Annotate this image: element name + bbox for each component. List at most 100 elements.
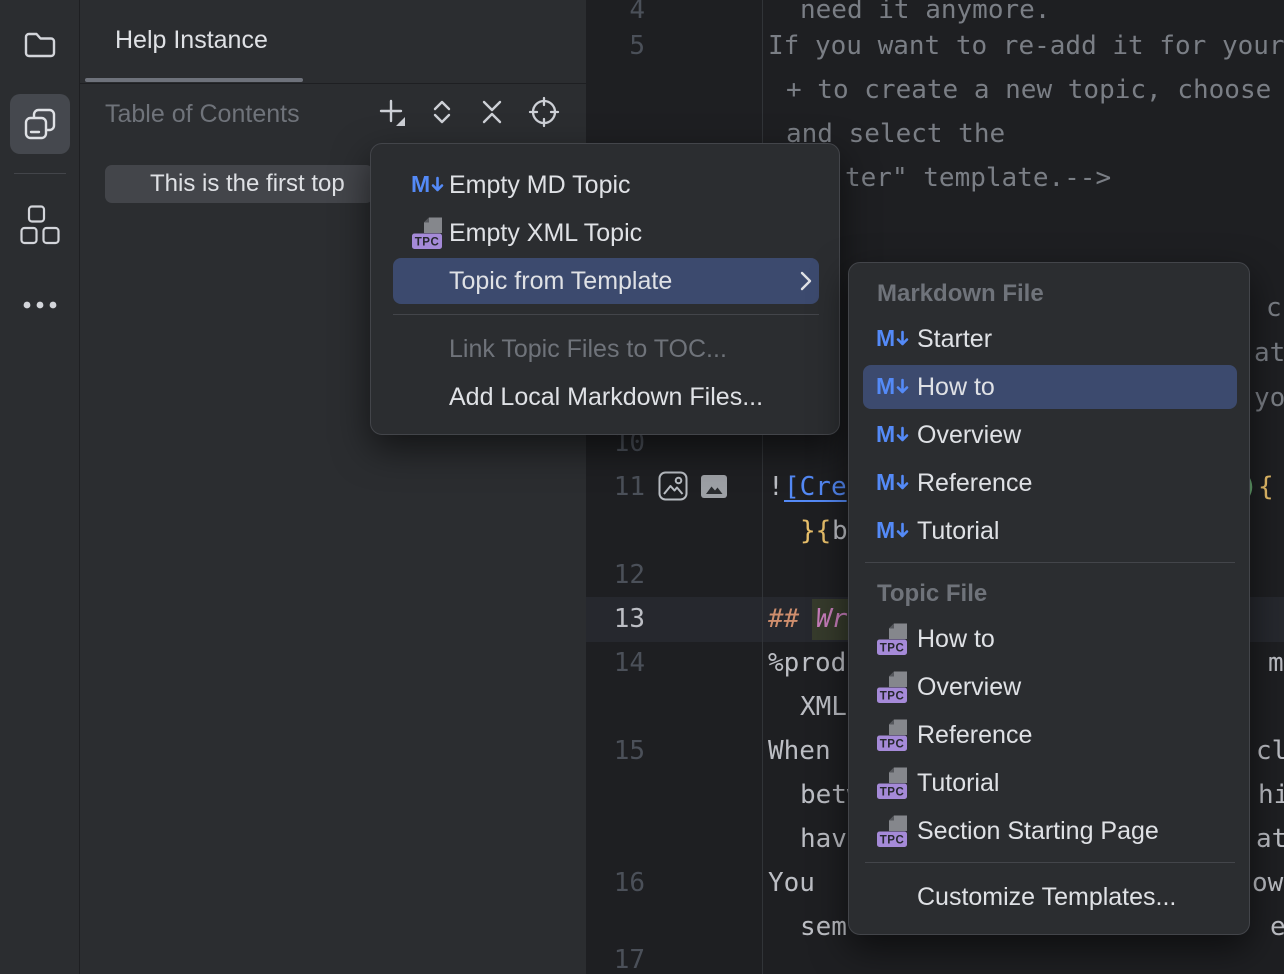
svg-text:TPC: TPC [880,835,905,847]
locate-file-button[interactable] [524,92,564,132]
code-text: ter" template.--> [845,156,1111,200]
svg-text:TPC: TPC [880,643,905,655]
markdown-icon: M [875,326,911,352]
line-number: 15 [588,729,645,773]
svg-text:M: M [411,172,430,197]
code-heading-marker: ## [768,597,799,641]
submenu-item-how-to-md[interactable]: M How to [849,363,1249,411]
code-text: When [768,729,831,773]
markdown-icon: M [875,374,911,400]
code-text: ! [768,465,784,509]
line-number: 11 [588,465,645,509]
expand-all-button[interactable] [422,92,462,132]
menu-item-empty-md-topic[interactable]: M Empty MD Topic [371,161,839,209]
submenu-item-customize-templates[interactable]: Customize Templates... [849,873,1249,921]
submenu-item-label: Overview [917,673,1021,702]
code-text: e [1270,905,1284,949]
writerside-window: 4 5 10 11 12 13 14 15 16 17 need it anym… [0,0,1284,974]
submenu-separator [865,862,1235,863]
svg-text:TPC: TPC [880,691,905,703]
topic-template-submenu: Markdown File M Starter M How to M Overv… [848,262,1250,935]
svg-text:TPC: TPC [880,787,905,799]
submenu-item-section-starting-page[interactable]: TPC Section Starting Page [849,807,1249,855]
submenu-item-label: Customize Templates... [917,883,1176,912]
svg-text:M: M [876,422,895,447]
code-text: yo [1254,376,1284,420]
submenu-arrow-icon [799,257,813,305]
image-filled-icon[interactable] [699,471,729,501]
submenu-item-reference-topic[interactable]: TPC Reference [849,711,1249,759]
submenu-item-tutorial-md[interactable]: M Tutorial [849,507,1249,555]
add-button[interactable] [372,92,412,132]
svg-text:TPC: TPC [880,739,905,751]
submenu-item-label: Overview [917,421,1021,450]
menu-item-label: Add Local Markdown Files... [449,383,763,412]
menu-item-label: Link Topic Files to TOC... [449,335,727,364]
code-text: m [1268,641,1284,685]
line-number: 17 [588,938,645,974]
menu-item-empty-xml-topic[interactable]: TPC Empty XML Topic [371,209,839,257]
menu-item-label: Empty XML Topic [449,219,642,248]
code-text: at [1256,817,1284,861]
markdown-icon: M [875,422,911,448]
submenu-section-header: Topic File [877,575,987,613]
markdown-icon: M [875,470,911,496]
submenu-item-overview-topic[interactable]: TPC Overview [849,663,1249,711]
activity-bar [0,0,80,974]
code-heading-text: Wr [816,597,847,641]
code-text: at [1254,331,1284,375]
menu-item-label: Topic from Template [449,267,672,296]
menu-item-topic-from-template[interactable]: Topic from Template [371,257,839,305]
help-instances-icon[interactable] [10,94,70,154]
structure-icon[interactable] [20,204,60,246]
svg-text:TPC: TPC [415,237,440,249]
line-number-current: 13 [588,597,645,641]
submenu-item-reference-md[interactable]: M Reference [849,459,1249,507]
code-text: You [768,861,815,905]
submenu-item-label: Reference [917,469,1032,498]
code-text: hi [1258,773,1284,817]
code-text: { [1258,465,1274,509]
menu-item-add-local-markdown[interactable]: Add Local Markdown Files... [371,373,839,421]
topic-file-icon: TPC [411,216,445,250]
panel-title: Table of Contents [105,84,300,144]
topic-file-icon: TPC [875,670,911,704]
submenu-item-label: Starter [917,325,992,354]
line-number: 12 [588,553,645,597]
code-text: + to create a new topic, choose [786,68,1284,112]
code-text: }{ [800,509,831,553]
line-number: 5 [588,24,645,68]
submenu-separator [865,562,1235,563]
submenu-item-label: Section Starting Page [917,817,1159,846]
topic-file-icon: TPC [875,622,911,656]
svg-text:M: M [876,470,895,495]
submenu-item-label: How to [917,625,995,654]
tab-help-instance[interactable]: Help Instance [115,0,268,81]
submenu-item-starter[interactable]: M Starter [849,315,1249,363]
submenu-item-how-to-topic[interactable]: TPC How to [849,615,1249,663]
collapse-all-button[interactable] [472,92,512,132]
submenu-item-label: Tutorial [917,769,999,798]
submenu-section-header: Markdown File [877,275,1044,313]
activity-bar-divider [14,173,66,174]
topic-file-icon: TPC [875,766,911,800]
menu-item-label: Empty MD Topic [449,171,631,200]
submenu-item-tutorial-topic[interactable]: TPC Tutorial [849,759,1249,807]
submenu-item-label: Tutorial [917,517,999,546]
markdown-icon: M [875,518,911,544]
code-text: ow [1252,861,1283,905]
image-outline-icon[interactable] [656,469,690,503]
line-number: 16 [588,861,645,905]
add-topic-context-menu: M Empty MD Topic TPC Empty XML Topic Top… [370,143,840,435]
svg-text:M: M [876,518,895,543]
more-options-icon[interactable] [20,292,60,318]
svg-text:M: M [876,326,895,351]
topic-file-icon: TPC [875,718,911,752]
line-number: 14 [588,641,645,685]
submenu-item-overview-md[interactable]: M Overview [849,411,1249,459]
toc-item[interactable]: This is the first top [105,165,373,203]
tab-indicator [85,78,303,82]
tool-window-header: Help Instance [80,0,586,84]
menu-item-link-topic-files[interactable]: Link Topic Files to TOC... [371,325,839,373]
project-folder-icon[interactable] [20,25,60,65]
